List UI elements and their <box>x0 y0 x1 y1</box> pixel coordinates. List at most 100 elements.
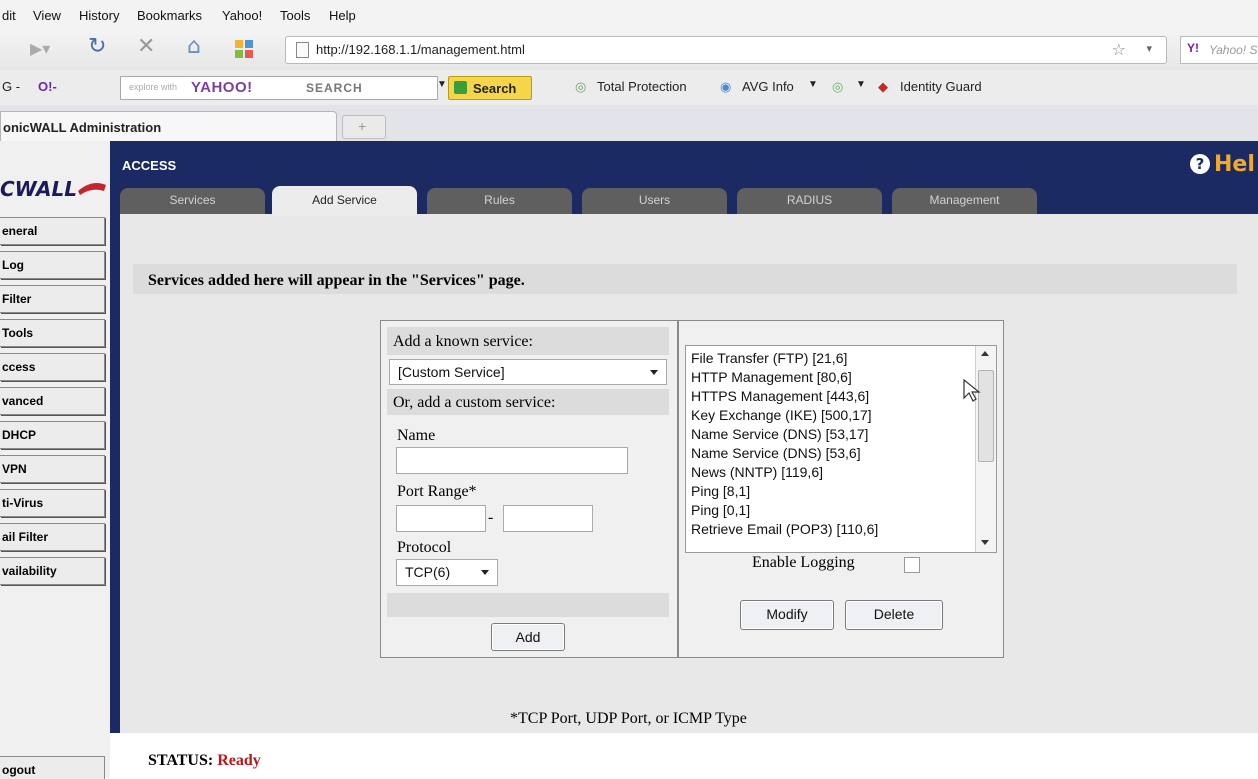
apps-icon[interactable] <box>234 39 254 65</box>
menu-tools[interactable]: Tools <box>280 8 310 23</box>
help-icon: ? <box>1190 154 1210 174</box>
address-bar[interactable]: http://192.168.1.1/management.html ☆ ▾ <box>285 36 1167 64</box>
scroll-up-icon[interactable] <box>981 351 989 356</box>
search-icon <box>454 81 467 94</box>
toolbar-search-dropdown-icon[interactable]: ▼ <box>437 79 447 90</box>
tab-users[interactable]: Users <box>582 188 727 214</box>
menu-edit[interactable]: dit <box>2 8 16 23</box>
delete-button[interactable]: Delete <box>845 600 943 630</box>
toolbar-extra-icon[interactable]: ◎ <box>832 79 843 95</box>
new-tab-button[interactable]: + <box>342 115 386 139</box>
list-item[interactable]: News (NNTP) [119,6] <box>691 464 823 480</box>
logo-text: CWALL <box>0 177 77 201</box>
list-item[interactable]: File Transfer (FTP) [21,6] <box>691 350 847 366</box>
avg-info-dropdown-icon[interactable]: ▼ <box>808 79 818 90</box>
sidebar-item-log[interactable]: Log <box>0 251 105 279</box>
avg-info-link[interactable]: AVG Info <box>742 79 794 94</box>
menu-bookmarks[interactable]: Bookmarks <box>137 8 202 23</box>
port-range-label: Port Range* <box>397 483 477 500</box>
search-box[interactable]: Y! Yahoo! Search <box>1180 36 1258 64</box>
avg-menu[interactable]: G - <box>2 79 20 94</box>
modify-button[interactable]: Modify <box>740 600 834 630</box>
total-protection-link[interactable]: Total Protection <box>597 79 687 94</box>
url-dropdown-icon[interactable]: ▾ <box>1146 42 1152 55</box>
yahoo-logo: YAHOO! <box>191 79 253 96</box>
sidebar-item-vpn[interactable]: VPN <box>0 455 105 483</box>
menu-yahoo[interactable]: Yahoo! <box>222 8 262 23</box>
sidebar-item-mail-filter[interactable]: ail Filter <box>0 523 105 551</box>
custom-service-label: Or, add a custom service: <box>393 394 556 411</box>
browser-tab-bar: onicWALL Administration + <box>0 105 1258 142</box>
toolbar-search-word: SEARCH <box>306 81 363 95</box>
toolbar-search-input[interactable]: explore with YAHOO! SEARCH <box>120 76 438 100</box>
reload-icon[interactable]: ↻ <box>88 34 106 59</box>
name-input[interactable] <box>396 447 628 474</box>
scroll-down-icon[interactable] <box>981 540 989 545</box>
yahoo-menu[interactable]: O!- <box>38 79 57 94</box>
url-text: http://192.168.1.1/management.html <box>316 42 525 57</box>
add-button[interactable]: Add <box>491 623 565 651</box>
tab-services[interactable]: Services <box>120 188 265 214</box>
name-label: Name <box>397 427 436 444</box>
list-item[interactable]: Name Service (DNS) [53,6] <box>691 445 861 461</box>
list-item[interactable]: HTTP Management [80,6] <box>691 369 852 385</box>
list-item[interactable]: HTTPS Management [443,6] <box>691 388 869 404</box>
services-listbox[interactable]: File Transfer (FTP) [21,6] HTTP Manageme… <box>685 345 997 553</box>
home-icon[interactable]: ⌂ <box>187 34 201 59</box>
help-link[interactable]: ? Hel <box>1190 152 1255 177</box>
toolbar-search-hint: explore with <box>129 82 178 92</box>
sidebar: CWALL eneral Log Filter Tools ccess vanc… <box>0 141 110 778</box>
known-service-label: Add a known service: <box>393 333 533 350</box>
tab-management[interactable]: Management <box>892 188 1037 214</box>
tab-rules[interactable]: Rules <box>427 188 572 214</box>
list-item[interactable]: Name Service (DNS) [53,17] <box>691 426 868 442</box>
sidebar-item-availability[interactable]: vailability <box>0 557 105 585</box>
info-message: Services added here will appear in the "… <box>148 272 525 289</box>
chevron-down-icon <box>481 570 489 575</box>
menu-view[interactable]: View <box>33 8 61 23</box>
list-item[interactable]: Ping [8,1] <box>691 483 750 499</box>
list-item[interactable]: Ping [0,1] <box>691 502 750 518</box>
menu-help[interactable]: Help <box>329 8 356 23</box>
yahoo-search-icon: Y! <box>1187 41 1199 55</box>
status-label: STATUS: <box>148 752 214 769</box>
bookmark-star-icon[interactable]: ☆ <box>1112 40 1126 59</box>
sidebar-item-tools[interactable]: Tools <box>0 319 105 347</box>
protocol-value: TCP(6) <box>405 564 451 580</box>
sidebar-item-anti-virus[interactable]: ti-Virus <box>0 489 105 517</box>
enable-logging-checkbox[interactable] <box>904 557 920 573</box>
tab-radius[interactable]: RADIUS <box>737 188 882 214</box>
toolbar-search-label: Search <box>473 81 517 96</box>
toolbar-search-button[interactable]: Search <box>448 76 532 100</box>
listbox-scrollbar[interactable] <box>975 346 996 552</box>
sidebar-item-advanced[interactable]: vanced <box>0 387 105 415</box>
total-protection-icon: ◎ <box>575 79 587 94</box>
enable-logging-label: Enable Logging <box>752 554 855 571</box>
sidebar-item-dhcp[interactable]: DHCP <box>0 421 105 449</box>
port-from-input[interactable] <box>396 505 486 532</box>
chevron-down-icon <box>650 370 658 375</box>
forward-icon[interactable]: ▶▾ <box>30 39 50 58</box>
port-to-input[interactable] <box>503 505 593 532</box>
tab-add-service[interactable]: Add Service <box>272 186 417 216</box>
toolbar-extra-dropdown-icon[interactable]: ▼ <box>856 79 866 90</box>
browser-tab-active[interactable]: onicWALL Administration <box>0 111 337 142</box>
menu-history[interactable]: History <box>79 8 119 23</box>
identity-guard-link[interactable]: Identity Guard <box>900 79 982 94</box>
sidebar-item-general[interactable]: eneral <box>0 217 105 245</box>
logout-button[interactable]: ogout <box>0 756 105 779</box>
known-service-select[interactable]: [Custom Service] <box>389 359 667 385</box>
protocol-select[interactable]: TCP(6) <box>396 559 498 586</box>
navigation-toolbar: ▶▾ ↻ ✕ ⌂ http://192.168.1.1/management.h… <box>0 30 1258 71</box>
sidebar-item-filter[interactable]: Filter <box>0 285 105 313</box>
stop-icon[interactable]: ✕ <box>137 34 155 59</box>
status-line: STATUS: Ready <box>148 752 261 770</box>
list-item[interactable]: Retrieve Email (POP3) [110,6] <box>691 521 878 537</box>
sidebar-item-access[interactable]: ccess <box>0 353 105 381</box>
footnote: *TCP Port, UDP Port, or ICMP Type <box>510 710 747 727</box>
status-value: Ready <box>217 752 261 769</box>
avg-info-icon: ◉ <box>720 79 732 94</box>
list-item[interactable]: Key Exchange (IKE) [500,17] <box>691 407 872 423</box>
menu-bar: dit View History Bookmarks Yahoo! Tools … <box>0 0 1258 30</box>
sonicwall-logo: CWALL <box>0 171 110 211</box>
